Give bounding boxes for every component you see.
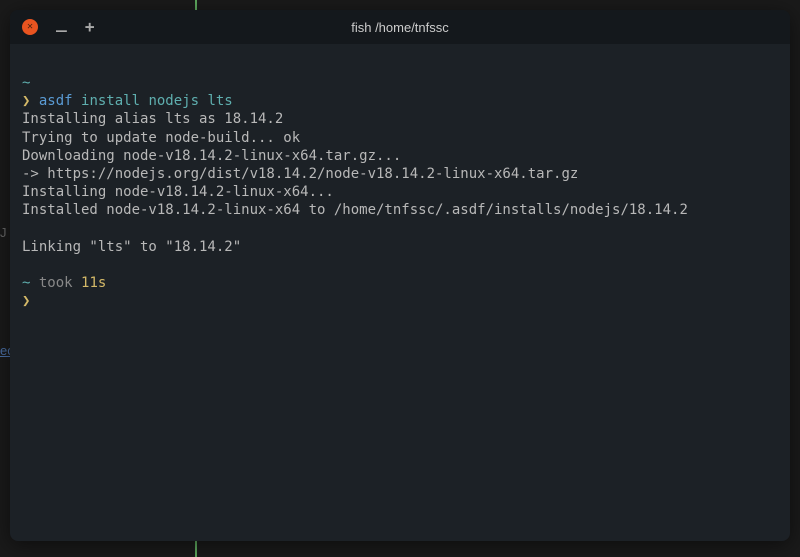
output-line: Linking "lts" to "18.14.2" xyxy=(22,238,778,256)
prompt-char: ❯ xyxy=(22,93,30,109)
cwd-indicator: ~ xyxy=(22,75,30,91)
prompt-char: ❯ xyxy=(22,293,30,309)
terminal-window: ✕ _ + fish /home/tnfssc ~ ❯ asdf install… xyxy=(10,10,790,541)
took-label: took xyxy=(30,275,81,291)
minimize-icon[interactable]: _ xyxy=(56,14,67,32)
window-controls: ✕ _ + xyxy=(22,18,94,36)
duration-value: 11s xyxy=(81,275,106,291)
output-line: -> https://nodejs.org/dist/v18.14.2/node… xyxy=(22,165,778,183)
output-line: Installing node-v18.14.2-linux-x64... xyxy=(22,183,778,201)
command-name: asdf xyxy=(39,93,73,109)
terminal-content[interactable]: ~ ❯ asdf install nodejs lts Installing a… xyxy=(10,44,790,322)
output-line: Installing alias lts as 18.14.2 xyxy=(22,110,778,128)
background-edge-accent-bottom xyxy=(195,539,197,557)
close-icon[interactable]: ✕ xyxy=(22,19,38,35)
output-line: Trying to update node-build... ok xyxy=(22,129,778,147)
command-args: install nodejs lts xyxy=(73,93,233,109)
output-line: Installed node-v18.14.2-linux-x64 to /ho… xyxy=(22,201,778,219)
output-line: Downloading node-v18.14.2-linux-x64.tar.… xyxy=(22,147,778,165)
background-char: J xyxy=(0,225,7,240)
new-tab-icon[interactable]: + xyxy=(85,19,95,35)
window-title: fish /home/tnfssc xyxy=(351,20,449,35)
title-bar: ✕ _ + fish /home/tnfssc xyxy=(10,10,790,44)
